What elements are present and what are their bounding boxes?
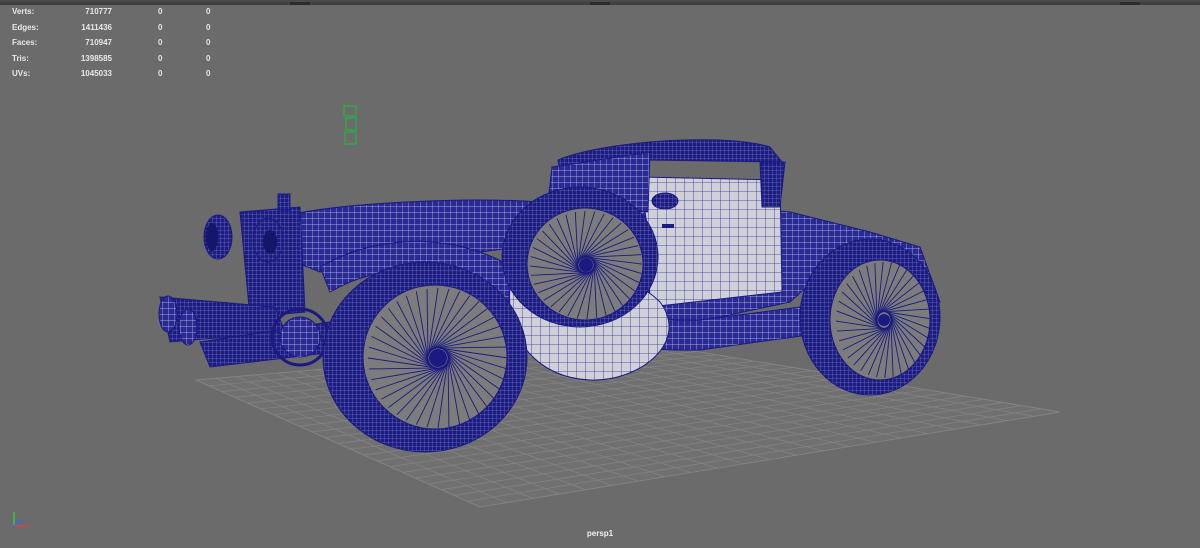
hud-value-total: 710777 [85,7,112,16]
hud-row: Verts: 710777 0 0 [12,4,212,20]
hud-value-selected: 0 [158,69,163,78]
hud-value-total: 1045033 [80,69,112,78]
hud-value-extra: 0 [206,7,211,16]
hud-value-extra: 0 [206,22,211,32]
hud-label: Faces: [12,38,38,47]
hud-row: Faces: 710947 0 0 [12,35,212,51]
perspective-viewport[interactable]: Verts: 710777 0 0 Edges: 1411436 0 0 Faces: 71094… [0,0,1200,546]
hud-label: Edges: [12,22,39,32]
hud-value-total: 710947 [85,38,112,47]
hud-value-selected: 0 [158,53,163,63]
hud-value-selected: 0 [158,7,163,16]
wheel-rear-spare [501,186,659,328]
hud-value-extra: 0 [206,69,211,78]
wheel-front [322,261,528,453]
hud-value-selected: 0 [158,38,163,47]
scene-canvas[interactable] [0,2,1200,548]
poly-count-hud: Verts: 710777 0 0 Edges: 1411436 0 0 Faces: 71094… [12,4,212,82]
light-manipulator-icon[interactable] [343,105,357,145]
hud-row: Edges: 1411436 0 0 [12,20,212,36]
hud-row: UVs: 1045033 0 0 [12,66,212,82]
hud-value-selected: 0 [158,22,163,32]
hud-row: Tris: 1398585 0 0 [12,51,212,67]
hud-label: Tris: [12,53,29,63]
wheel-rear [799,238,941,396]
camera-name-label: persp1 [586,529,614,538]
hud-value-total: 1411436 [81,22,112,32]
hud-label: Verts: [12,7,35,16]
hud-value-extra: 0 [206,53,211,63]
hud-value-total: 1398585 [80,53,112,63]
hud-value-extra: 0 [206,38,211,47]
hud-label: UVs: [12,69,31,78]
